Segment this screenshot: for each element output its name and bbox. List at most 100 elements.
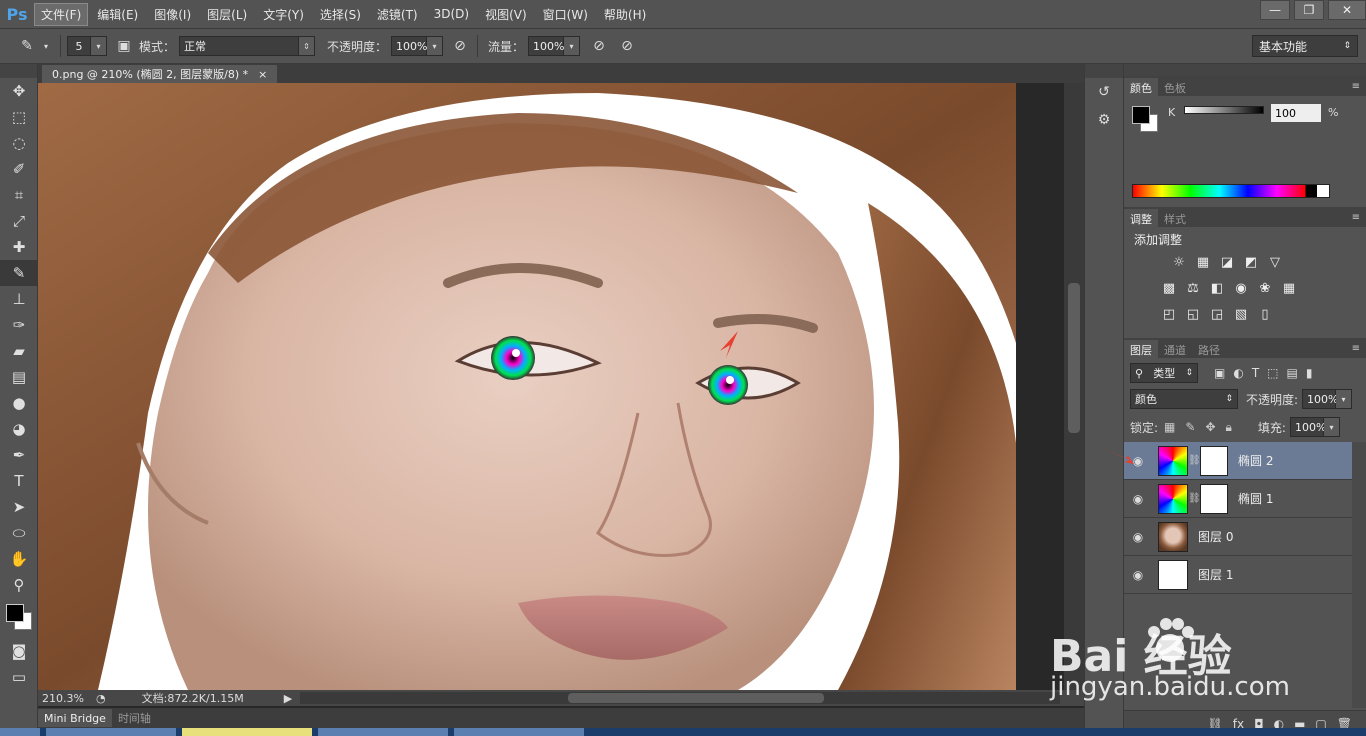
properties-icon[interactable]: ⚙ xyxy=(1085,106,1123,134)
panel-menu-icon[interactable]: ≡ xyxy=(1352,343,1366,354)
blur-tool-icon[interactable]: ● xyxy=(0,390,38,416)
hand-tool-icon[interactable]: ✋ xyxy=(0,546,38,572)
menu-help[interactable]: 帮助(H) xyxy=(597,3,653,26)
gradient-map-icon[interactable]: ▯ xyxy=(1256,305,1274,323)
restore-button[interactable]: ❐ xyxy=(1294,0,1324,20)
tab-swatches[interactable]: 色板 xyxy=(1158,78,1192,96)
move-tool-icon[interactable]: ✥ xyxy=(0,78,38,104)
color-spectrum[interactable] xyxy=(1132,184,1330,198)
status-arrow-icon[interactable]: ▶ xyxy=(284,692,292,705)
vertical-scrollbar[interactable] xyxy=(1064,83,1084,690)
vertical-scroll-thumb[interactable] xyxy=(1068,283,1080,433)
menu-view[interactable]: 视图(V) xyxy=(478,3,534,26)
filter-toggle-icon[interactable]: ▮ xyxy=(1306,366,1313,380)
opacity-field[interactable]: 100% xyxy=(391,36,427,56)
mask-link-icon[interactable]: ⛓ xyxy=(1188,455,1201,466)
workspace-select[interactable]: 基本功能 ⇕ xyxy=(1252,35,1358,57)
horizontal-scrollbar[interactable] xyxy=(300,692,1060,704)
filter-shape-icon[interactable]: ⬚ xyxy=(1267,366,1278,380)
channel-mixer-icon[interactable]: ❀ xyxy=(1256,279,1274,297)
selective-color-icon[interactable]: ▧ xyxy=(1232,305,1250,323)
menu-layer[interactable]: 图层(L) xyxy=(200,3,254,26)
quick-mask-icon[interactable]: ◙ xyxy=(0,638,38,664)
menu-window[interactable]: 窗口(W) xyxy=(536,3,595,26)
dodge-tool-icon[interactable]: ◕ xyxy=(0,416,38,442)
taskbar-item[interactable] xyxy=(46,728,176,736)
layer-opacity-dropdown[interactable]: ▾ xyxy=(1336,389,1353,409)
mode-dropdown[interactable]: ⇕ xyxy=(299,36,316,56)
invert-icon[interactable]: ◰ xyxy=(1160,305,1178,323)
posterize-icon[interactable]: ◱ xyxy=(1184,305,1202,323)
layers-scrollbar[interactable] xyxy=(1352,442,1366,708)
mask-link-icon[interactable]: ⛓ xyxy=(1188,493,1201,504)
pen-tool-icon[interactable]: ✒ xyxy=(0,442,38,468)
color-lookup-icon[interactable]: ▦ xyxy=(1280,279,1298,297)
blend-mode-select[interactable]: 颜色 ⇕ xyxy=(1130,389,1238,409)
threshold-icon[interactable]: ◲ xyxy=(1208,305,1226,323)
close-tab-icon[interactable]: × xyxy=(258,68,267,81)
filter-type-icon[interactable]: T xyxy=(1252,366,1259,380)
brush-tool-icon[interactable]: ✎ xyxy=(0,260,38,286)
taskbar-item[interactable] xyxy=(0,728,40,736)
quick-select-tool-icon[interactable]: ✐ xyxy=(0,156,38,182)
panel-menu-icon[interactable]: ≡ xyxy=(1352,81,1366,92)
tab-styles[interactable]: 样式 xyxy=(1158,209,1192,227)
layer-row-ellipse-1[interactable]: ◉ ⛓ 椭圆 1 xyxy=(1124,480,1352,518)
flow-dropdown[interactable]: ▾ xyxy=(564,36,581,56)
tab-layers[interactable]: 图层 xyxy=(1124,340,1158,358)
taskbar-item[interactable] xyxy=(454,728,584,736)
airbrush-icon[interactable]: ⊘ xyxy=(588,35,610,57)
history-icon[interactable]: ↺ xyxy=(1085,78,1123,106)
brush-preset-dropdown[interactable]: ▾ xyxy=(38,36,54,56)
menu-type[interactable]: 文字(Y) xyxy=(256,3,311,26)
pressure-opacity-icon[interactable]: ⊘ xyxy=(449,35,471,57)
panel-menu-icon[interactable]: ≡ xyxy=(1352,212,1366,223)
zoom-tool-icon[interactable]: ⚲ xyxy=(0,572,38,598)
filter-adjustment-icon[interactable]: ◐ xyxy=(1233,366,1243,380)
history-brush-tool-icon[interactable]: ✑ xyxy=(0,312,38,338)
tab-adjustments[interactable]: 调整 xyxy=(1124,209,1158,227)
fill-dropdown[interactable]: ▾ xyxy=(1323,417,1340,437)
type-tool-icon[interactable]: T xyxy=(0,468,38,494)
panel-dock-header[interactable] xyxy=(1124,64,1366,76)
mode-select[interactable]: 正常 xyxy=(179,36,300,56)
hue-saturation-icon[interactable]: ▩ xyxy=(1160,279,1178,297)
filter-smart-object-icon[interactable]: ▤ xyxy=(1287,366,1298,380)
menu-3d[interactable]: 3D(D) xyxy=(427,4,476,24)
eyedropper-tool-icon[interactable]: ⤢ xyxy=(0,208,38,234)
eraser-tool-icon[interactable]: ▰ xyxy=(0,338,38,364)
layer-mask-thumbnail[interactable] xyxy=(1200,445,1228,476)
lock-transparency-icon[interactable]: ▦ xyxy=(1164,420,1175,435)
k-slider[interactable] xyxy=(1184,106,1264,114)
photo-filter-icon[interactable]: ◉ xyxy=(1232,279,1250,297)
layer-filter-select[interactable]: ⚲ 类型 ⇕ xyxy=(1130,363,1198,383)
levels-icon[interactable]: ▦ xyxy=(1194,253,1212,271)
color-fg-swatch[interactable] xyxy=(1132,106,1150,124)
exposure-icon[interactable]: ◩ xyxy=(1242,253,1260,271)
visibility-eye-icon[interactable]: ◉ xyxy=(1124,530,1152,544)
tab-timeline[interactable]: 时间轴 xyxy=(112,709,157,727)
path-select-tool-icon[interactable]: ➤ xyxy=(0,494,38,520)
menu-image[interactable]: 图像(I) xyxy=(147,3,198,26)
visibility-eye-icon[interactable]: ◉ xyxy=(1124,492,1152,506)
opacity-dropdown[interactable]: ▾ xyxy=(427,36,444,56)
taskbar-item[interactable] xyxy=(318,728,448,736)
gradient-tool-icon[interactable]: ▤ xyxy=(0,364,38,390)
close-button[interactable]: ✕ xyxy=(1328,0,1366,20)
menu-select[interactable]: 选择(S) xyxy=(313,3,368,26)
black-white-icon[interactable]: ◧ xyxy=(1208,279,1226,297)
menu-file[interactable]: 文件(F) xyxy=(34,2,89,26)
screen-mode-icon[interactable]: ▭ xyxy=(0,664,38,690)
tab-color[interactable]: 颜色 xyxy=(1124,78,1158,96)
menu-edit[interactable]: 编辑(E) xyxy=(90,3,145,26)
brush-size-dropdown[interactable]: ▾ xyxy=(91,36,107,56)
minimize-button[interactable]: — xyxy=(1260,0,1290,20)
tab-mini-bridge[interactable]: Mini Bridge xyxy=(38,709,112,727)
brush-preset-icon[interactable]: ✎ xyxy=(16,35,38,57)
zoom-level[interactable]: 210.3% xyxy=(42,692,92,705)
canvas[interactable] xyxy=(38,83,1016,690)
tools-panel-header[interactable] xyxy=(0,64,37,78)
curves-icon[interactable]: ◪ xyxy=(1218,253,1236,271)
brightness-icon[interactable]: ☼ xyxy=(1170,253,1188,271)
layer-opacity-field[interactable]: 100% xyxy=(1302,389,1339,409)
